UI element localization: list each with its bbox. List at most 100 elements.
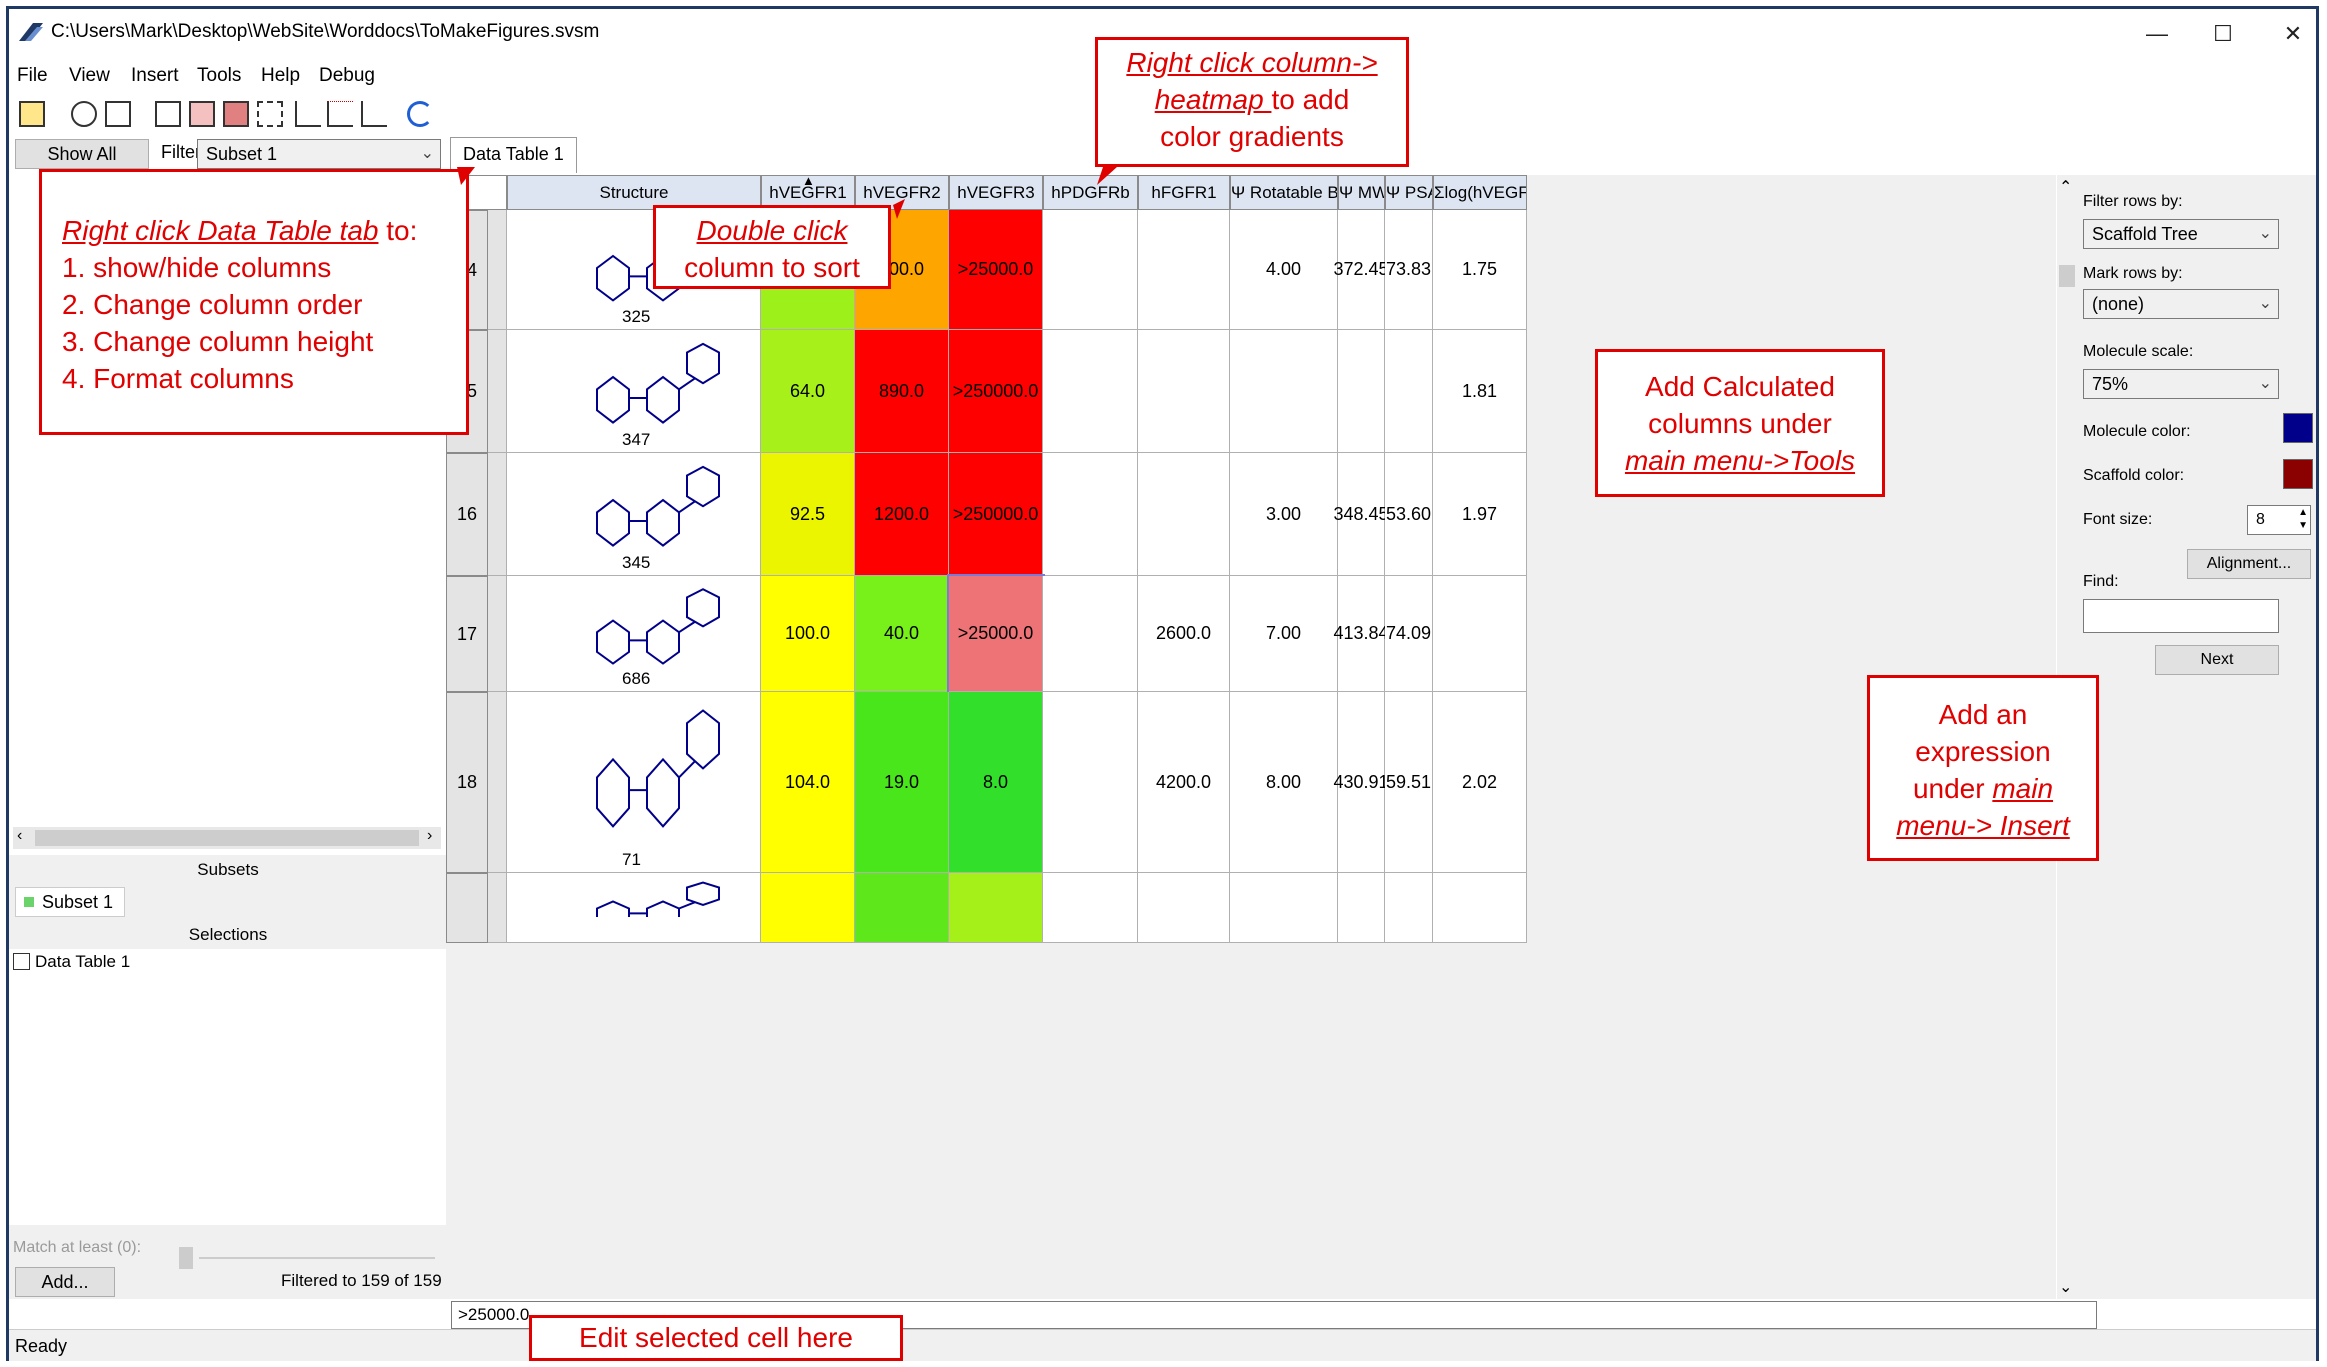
cell-pdgfrb[interactable] (1043, 873, 1138, 943)
col-hvegfr3[interactable]: hVEGFR3 (949, 175, 1043, 210)
row-header[interactable]: 16 (446, 453, 488, 576)
cell-v2[interactable]: 40.0 (855, 576, 949, 692)
cell-v2[interactable] (855, 873, 949, 943)
tab-data-table-1[interactable]: Data Table 1 (450, 137, 577, 173)
cell-mw[interactable]: 372.45 (1333, 210, 1389, 330)
open-sdf-icon[interactable] (19, 101, 45, 127)
scroll-left-icon[interactable]: ‹ (17, 827, 22, 845)
cell-log[interactable]: 1.75 (1433, 210, 1527, 330)
cell-fgfr1[interactable] (1138, 873, 1230, 943)
scrollbar-thumb[interactable] (2059, 265, 2075, 287)
cell-log[interactable]: 1.81 (1433, 330, 1527, 453)
font-size-spinner[interactable]: 8 ▲ ▼ (2247, 505, 2311, 535)
cell-psa[interactable]: 59.51 (1385, 692, 1433, 873)
maximize-button[interactable]: ☐ (2193, 15, 2253, 53)
cell-v1[interactable] (761, 873, 855, 943)
menu-file[interactable]: File (17, 65, 48, 87)
cell-v3[interactable]: >25000.0 (949, 210, 1043, 330)
row-header[interactable]: 17 (446, 576, 488, 692)
cell-fgfr1[interactable]: 4200.0 (1138, 692, 1230, 873)
cell-v3[interactable]: >25000.0 (947, 574, 1045, 694)
col-hfgfr1[interactable]: hFGFR1 (1138, 175, 1230, 210)
close-button[interactable]: ✕ (2263, 15, 2323, 53)
col-mw[interactable]: Ψ MW (1338, 175, 1385, 210)
filter-select[interactable]: Subset 1 ⌄ (197, 139, 441, 169)
cell-v2[interactable]: 1200.0 (855, 453, 949, 576)
horizontal-scrollbar[interactable]: ‹ › (13, 827, 441, 849)
cell-pdgfrb[interactable] (1043, 330, 1138, 453)
menu-insert[interactable]: Insert (131, 65, 179, 87)
cell-psa[interactable] (1385, 330, 1433, 453)
find-input[interactable] (2083, 599, 2279, 633)
cell-v3[interactable] (949, 873, 1043, 943)
show-all-button[interactable]: Show All (15, 139, 149, 169)
add-button[interactable]: Add... (15, 1267, 115, 1297)
minimize-button[interactable]: — (2127, 15, 2187, 53)
cell-mw[interactable] (1338, 330, 1385, 453)
structure-cell[interactable]: 347 (507, 330, 761, 453)
cell-rot[interactable]: 7.00 (1230, 576, 1338, 692)
col-rotatable-bonds[interactable]: Ψ Rotatable Bonds (1230, 175, 1338, 210)
menu-help[interactable]: Help (261, 65, 300, 87)
cell-pdgfrb[interactable] (1043, 576, 1138, 692)
menu-tools[interactable]: Tools (197, 65, 241, 87)
cell-rot[interactable]: 3.00 (1230, 453, 1338, 576)
structure-search-icon[interactable] (71, 101, 97, 127)
selection-checkbox[interactable] (13, 953, 30, 970)
slider-thumb[interactable] (179, 1247, 193, 1269)
scroll-down-icon[interactable]: ⌄ (2059, 1277, 2072, 1297)
structure-cell[interactable]: 345 (507, 453, 761, 576)
cell-fgfr1[interactable] (1138, 330, 1230, 453)
cell-rot[interactable] (1230, 330, 1338, 453)
filter-rows-select[interactable]: Scaffold Tree ⌄ (2083, 219, 2279, 249)
row-header[interactable] (446, 873, 488, 943)
cell-fgfr1[interactable]: 2600.0 (1138, 576, 1230, 692)
scaffold-color-swatch[interactable] (2283, 459, 2313, 489)
scrollbar-thumb[interactable] (35, 830, 419, 846)
cell-psa[interactable]: 74.09 (1385, 576, 1433, 692)
cell-psa[interactable] (1385, 873, 1433, 943)
scaffold-icon[interactable] (257, 101, 283, 127)
next-button[interactable]: Next (2155, 645, 2279, 675)
cell-rot[interactable]: 8.00 (1230, 692, 1338, 873)
cell-fgfr1[interactable] (1138, 453, 1230, 576)
subset-item[interactable]: Subset 1 (15, 887, 125, 917)
cell-v1[interactable]: 104.0 (761, 692, 855, 873)
mol-grid-icon[interactable] (223, 101, 249, 127)
cell-v3[interactable]: 8.0 (949, 692, 1043, 873)
cell-log[interactable] (1433, 873, 1527, 943)
scroll-right-icon[interactable]: › (427, 827, 432, 845)
cell-mw[interactable]: 348.45 (1333, 453, 1389, 576)
cell-rot[interactable] (1230, 873, 1338, 943)
cell-psa[interactable]: 73.83 (1385, 210, 1433, 330)
cell-log[interactable]: 1.97 (1433, 453, 1527, 576)
structure-cell[interactable]: 686 (507, 576, 761, 692)
cell-rot[interactable]: 4.00 (1230, 210, 1338, 330)
col-psa[interactable]: Ψ PSA (1385, 175, 1433, 210)
trend-plot-icon[interactable] (361, 101, 387, 127)
cell-mw[interactable]: 413.84 (1333, 576, 1389, 692)
cell-mw[interactable] (1338, 873, 1385, 943)
cell-v2[interactable]: 19.0 (855, 692, 949, 873)
cell-mw[interactable]: 430.91 (1333, 692, 1389, 873)
table-view-icon[interactable] (155, 101, 181, 127)
cell-v1[interactable]: 92.5 (761, 453, 855, 576)
cell-v3[interactable]: >250000.0 (949, 453, 1043, 576)
cell-v2[interactable]: 890.0 (855, 330, 949, 453)
document-icon[interactable] (105, 101, 131, 127)
cell-fgfr1[interactable] (1138, 210, 1230, 330)
match-slider[interactable] (199, 1257, 435, 1259)
cell-pdgfrb[interactable] (1043, 692, 1138, 873)
alignment-button[interactable]: Alignment... (2187, 549, 2311, 579)
cell-psa[interactable]: 53.60 (1385, 453, 1433, 576)
cell-log[interactable] (1433, 576, 1527, 692)
mark-rows-select[interactable]: (none) ⌄ (2083, 289, 2279, 319)
molecule-color-swatch[interactable] (2283, 413, 2313, 443)
menu-debug[interactable]: Debug (319, 65, 375, 87)
cell-pdgfrb[interactable] (1043, 453, 1138, 576)
scroll-up-icon[interactable]: ⌃ (2059, 177, 2072, 197)
cell-pdgfrb[interactable] (1043, 210, 1138, 330)
molecule-scale-select[interactable]: 75% ⌄ (2083, 369, 2279, 399)
cell-log[interactable]: 2.02 (1433, 692, 1527, 873)
r-table-icon[interactable] (189, 101, 215, 127)
